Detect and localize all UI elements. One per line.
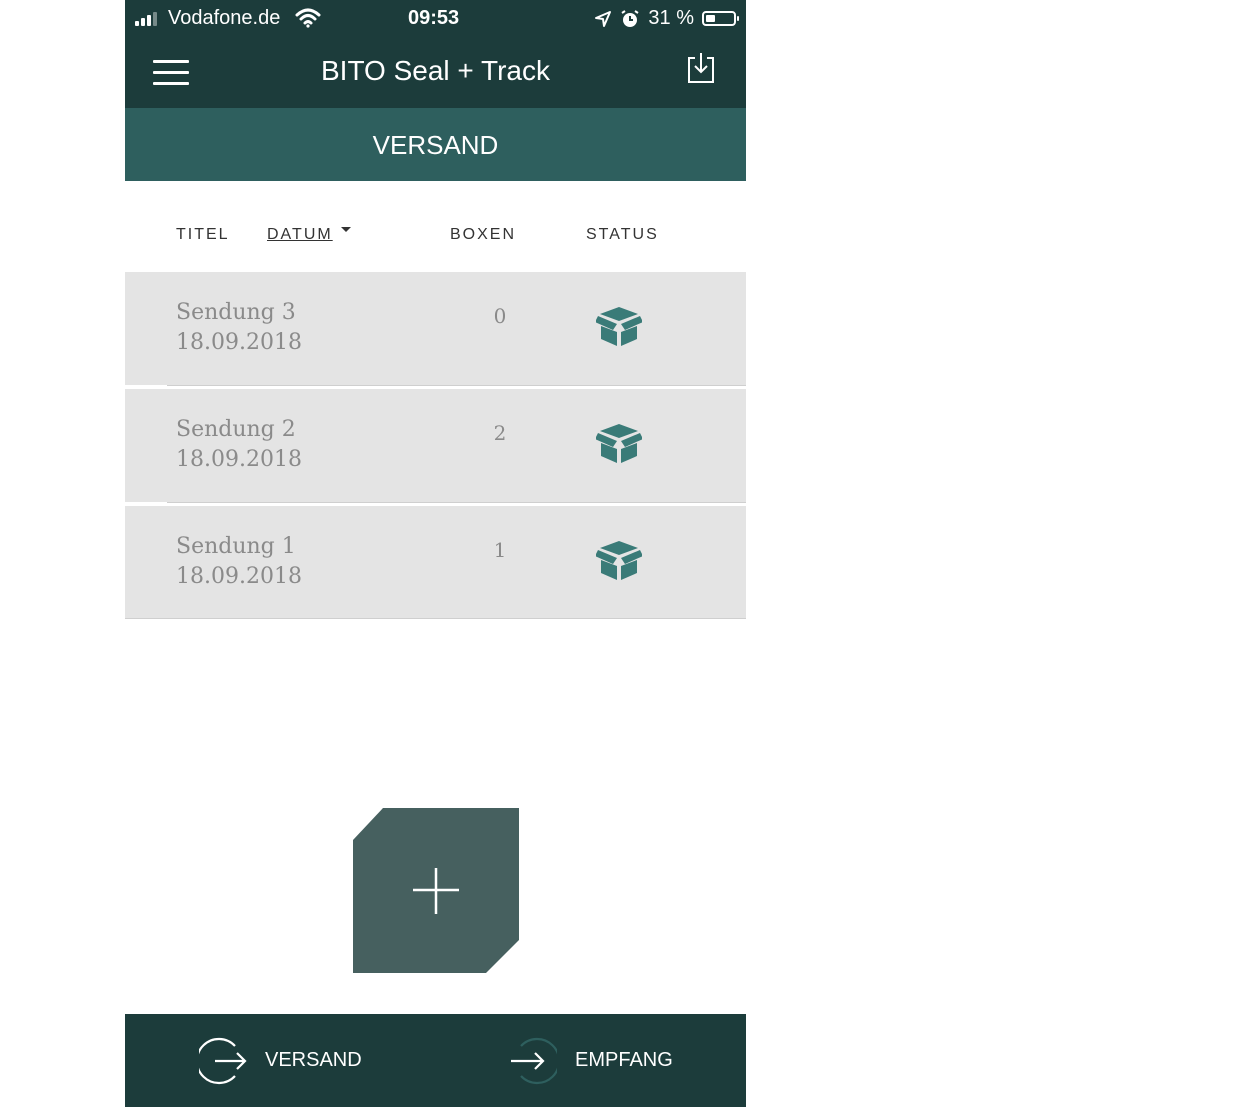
column-header-status[interactable]: STATUS — [586, 226, 659, 244]
bottom-navigation: VERSAND EMPFANG — [125, 1014, 746, 1107]
table-header: TITEL DATUM BOXEN STATUS — [125, 222, 746, 248]
row-box-count: 1 — [493, 538, 507, 562]
table-row[interactable]: Sendung 1 18.09.2018 1 — [125, 506, 746, 619]
table-row[interactable]: Sendung 2 18.09.2018 2 — [125, 389, 746, 502]
app-header: BITO Seal + Track — [125, 38, 746, 108]
alarm-clock-icon — [621, 9, 639, 27]
nav-label-versand: VERSAND — [265, 1049, 362, 1071]
add-shipment-button[interactable] — [353, 808, 519, 973]
open-box-icon — [596, 424, 642, 463]
carrier-name: Vodafone.de — [168, 7, 281, 29]
column-header-date[interactable]: DATUM — [267, 226, 333, 243]
row-title: Sendung 1 — [176, 534, 296, 559]
sort-caret-icon — [341, 227, 352, 233]
row-divider-line — [167, 502, 746, 503]
signal-strength-icon — [135, 12, 163, 26]
table-row[interactable]: Sendung 3 18.09.2018 0 — [125, 272, 746, 385]
row-divider-line — [167, 385, 746, 386]
battery-percent: 31 % — [648, 7, 694, 29]
send-out-icon — [199, 1037, 247, 1084]
column-header-boxes[interactable]: BOXEN — [450, 226, 516, 244]
row-date: 18.09.2018 — [176, 330, 302, 355]
phone-screen: Vodafone.de 09:53 31 % BITO Seal + Track… — [125, 0, 746, 1107]
download-tray-icon[interactable] — [686, 52, 716, 84]
column-header-title[interactable]: TITEL — [176, 226, 230, 244]
row-box-count: 2 — [493, 421, 507, 445]
section-banner: VERSAND — [125, 108, 746, 181]
row-title: Sendung 3 — [176, 300, 296, 325]
open-box-icon — [596, 541, 642, 580]
column-header-date-wrap[interactable]: DATUM — [267, 226, 352, 244]
nav-label-empfang: EMPFANG — [575, 1049, 673, 1071]
row-title: Sendung 2 — [176, 417, 296, 442]
open-box-icon — [596, 307, 642, 346]
row-date: 18.09.2018 — [176, 564, 302, 589]
row-box-count: 0 — [493, 304, 507, 328]
wifi-icon — [295, 8, 321, 28]
nav-item-empfang[interactable]: EMPFANG — [509, 1014, 673, 1107]
receive-in-icon — [511, 1037, 557, 1084]
table-bottom-line — [125, 618, 746, 619]
row-date: 18.09.2018 — [176, 447, 302, 472]
app-title: BITO Seal + Track — [320, 55, 551, 86]
section-title: VERSAND — [372, 130, 499, 160]
status-bar: Vodafone.de 09:53 31 % — [125, 0, 746, 38]
status-clock: 09:53 — [408, 7, 460, 29]
battery-icon — [702, 11, 739, 26]
nav-item-versand[interactable]: VERSAND — [199, 1014, 362, 1107]
location-arrow-icon — [595, 10, 612, 27]
